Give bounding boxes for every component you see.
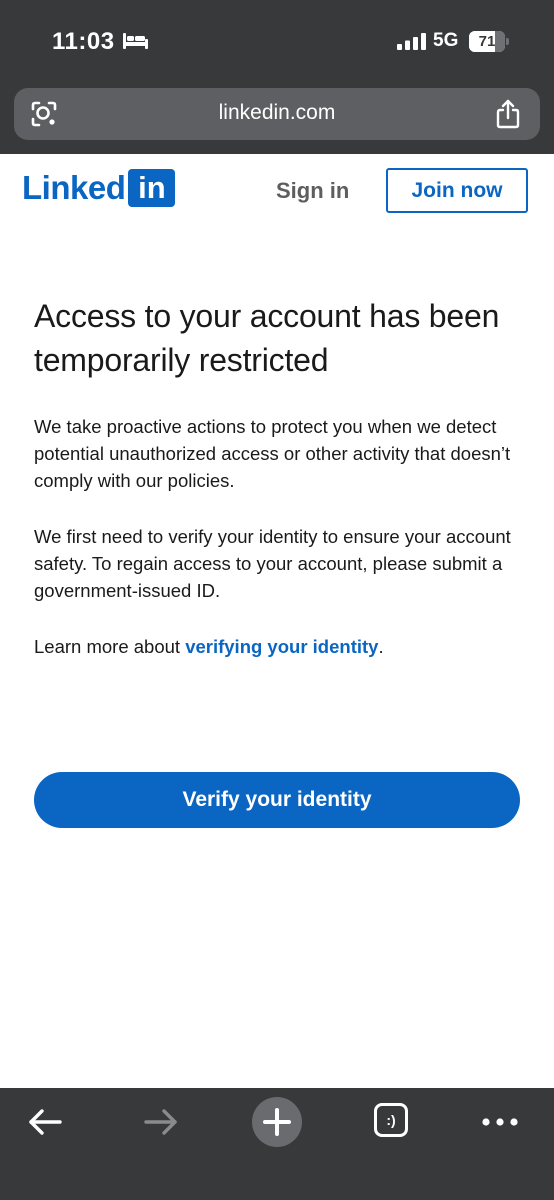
new-tab-button[interactable] — [252, 1097, 302, 1147]
logo-in-box: in — [128, 169, 176, 207]
linkedin-header: Linked in Sign in Join now — [0, 154, 554, 234]
verify-identity-button[interactable]: Verify your identity — [34, 772, 520, 828]
more-icon[interactable] — [480, 1100, 520, 1144]
battery-nub — [506, 38, 509, 45]
battery-indicator: 71 — [469, 31, 509, 52]
learn-more-prefix: Learn more about — [34, 636, 186, 657]
browser-top-chrome: 11:03 5G 71 linkedin.com — [0, 0, 554, 154]
status-time: 11:03 — [52, 28, 115, 55]
learn-more-suffix: . — [378, 636, 384, 657]
plus-icon — [263, 1108, 291, 1136]
learn-more-line: Learn more about verifying your identity… — [34, 633, 522, 660]
bed-icon — [123, 33, 148, 49]
join-now-button[interactable]: Join now — [386, 168, 528, 213]
verifying-identity-link[interactable]: verifying your identity — [185, 636, 378, 657]
network-type: 5G — [433, 30, 459, 51]
page-title: Access to your account has been temporar… — [34, 298, 500, 378]
status-bar: 11:03 5G 71 — [0, 0, 554, 82]
battery-level: 71 — [478, 33, 496, 50]
logo-wordmark: Linked — [22, 169, 126, 206]
paragraph-proactive-actions: We take proactive actions to protect you… — [34, 416, 511, 491]
main-content: Access to your account has been temporar… — [34, 294, 522, 660]
forward-arrow-icon[interactable] — [142, 1100, 180, 1144]
cellular-signal-icon — [397, 33, 426, 50]
tabs-icon[interactable]: :) — [374, 1103, 408, 1137]
url-text[interactable]: linkedin.com — [14, 101, 540, 125]
paragraph-verify-identity: We first need to verify your identity to… — [34, 526, 511, 601]
share-icon[interactable] — [494, 98, 522, 130]
address-bar[interactable]: linkedin.com — [14, 88, 540, 140]
sign-in-link[interactable]: Sign in — [276, 178, 349, 204]
browser-bottom-toolbar: :) — [0, 1088, 554, 1200]
back-arrow-icon[interactable] — [26, 1100, 64, 1144]
linkedin-logo[interactable]: Linked in — [22, 169, 176, 207]
